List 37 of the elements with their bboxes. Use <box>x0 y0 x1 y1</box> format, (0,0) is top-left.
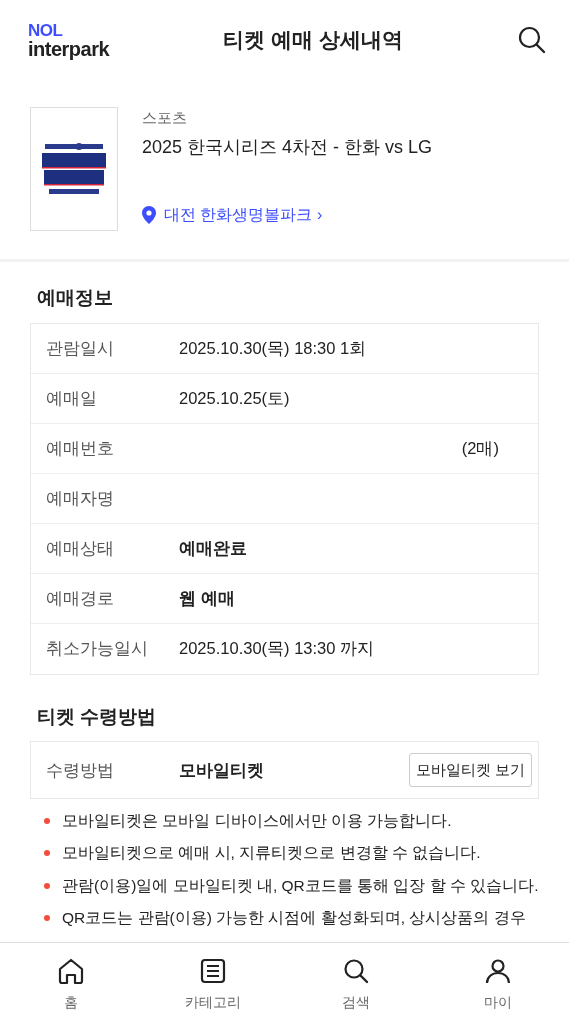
page-title: 티켓 예매 상세내역 <box>223 27 403 54</box>
field-value: 2025.10.25(토) <box>179 387 290 409</box>
field-value: 웹 예매 <box>179 587 235 609</box>
field-label: 관람일시 <box>46 337 115 359</box>
field-label: 예매자명 <box>46 487 115 509</box>
section-heading: 티켓 수령방법 <box>36 704 158 729</box>
note-text: QR코드는 관람(이용) 가능한 시점에 활성화되며, 상시상품의 경우 <box>62 907 526 928</box>
field-value: 모바일티켓 <box>179 759 264 781</box>
field-label: 예매상태 <box>46 537 115 559</box>
bullet-icon <box>44 914 50 921</box>
bullet-icon <box>44 850 50 857</box>
event-title: 2025 한국시리즈 4차전 - 한화 vs LG <box>142 135 433 159</box>
bullet-icon <box>44 882 50 889</box>
field-label: 예매번호 <box>46 437 115 459</box>
field-value: 2025.10.30(목) 18:30 1회 <box>179 337 367 359</box>
section-heading: 예매정보 <box>36 286 114 310</box>
location-pin-icon <box>142 206 156 224</box>
note-text: 관람(이용)일에 모바일티켓 내, QR코드를 통해 입장 할 수 있습니다. <box>62 875 539 896</box>
nav-tab[interactable]: 카테고리 <box>142 943 285 1024</box>
venue-link[interactable]: 대전 한화생명볼파크 › <box>142 203 433 227</box>
note-text: 모바일티켓으로 예매 시, 지류티켓으로 변경할 수 없습니다. <box>62 843 481 864</box>
nav-tab[interactable]: 마이 <box>426 943 569 1024</box>
note-text: 모바일티켓은 모바일 디바이스에서만 이용 가능합니다. <box>62 811 452 831</box>
nav-tab[interactable]: 홈 <box>0 943 143 1024</box>
field-label: 취소가능일시 <box>46 638 149 660</box>
field-label: 예매일 <box>46 387 98 409</box>
ticket-count: (2매) <box>461 437 499 459</box>
search-button[interactable] <box>517 25 547 55</box>
category-label: 스포츠 <box>142 108 188 128</box>
field-value: 2025.10.30(목) 13:30 까지 <box>179 638 375 660</box>
field-label: 예매경로 <box>46 587 115 609</box>
logo[interactable]: NOL interpark <box>28 21 110 59</box>
view-ticket-button[interactable]: 모바일티켓 보기 <box>408 752 532 788</box>
field-value: 예매완료 <box>179 537 247 559</box>
nav-tab[interactable]: 검색 <box>284 943 427 1024</box>
bullet-icon <box>44 818 50 824</box>
field-label: 수령방법 <box>46 759 115 781</box>
